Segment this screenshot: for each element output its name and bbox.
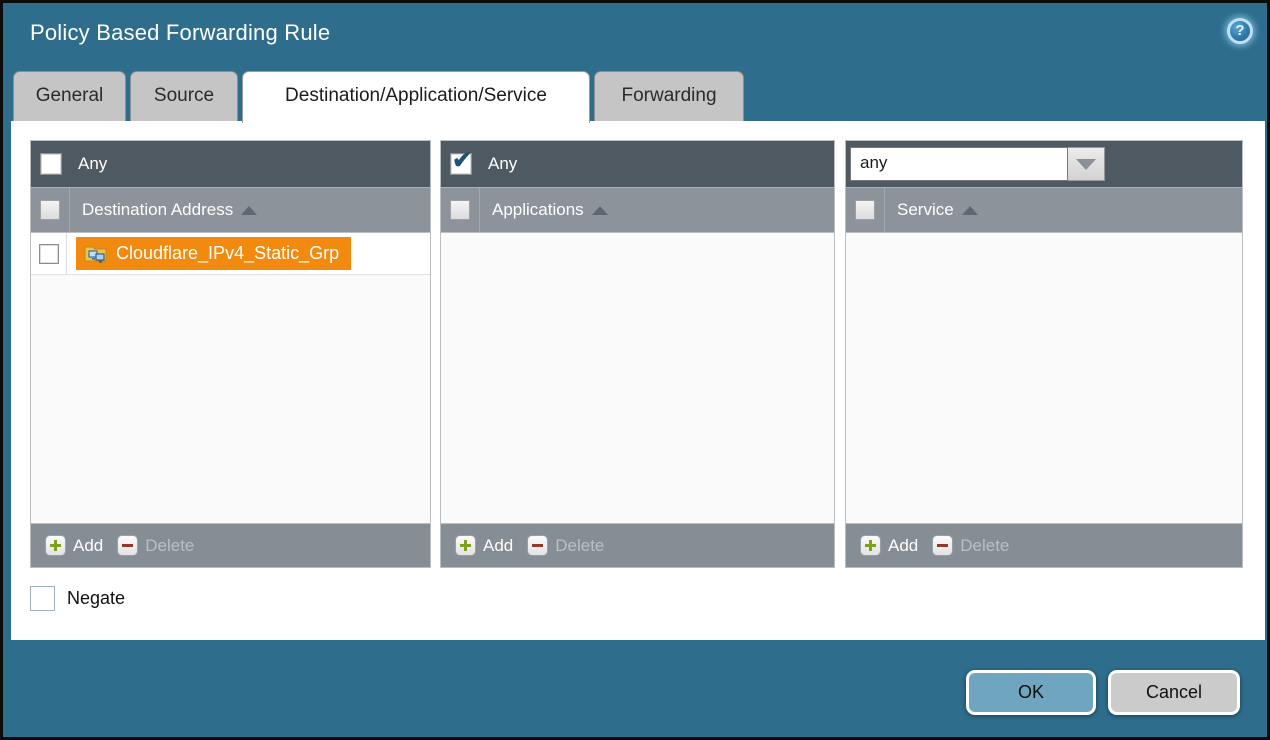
sort-asc-icon [241,206,257,215]
destination-address-panel: Any Destination Address [30,140,431,568]
applications-panel: Any Applications Add Delete [440,140,835,568]
applications-any-checkbox[interactable] [450,153,472,175]
destination-any-bar: Any [31,141,430,187]
table-row: Cloudflare_IPv4_Static_Grp [31,233,430,275]
dialog-title: Policy Based Forwarding Rule [30,20,330,46]
negate-row: Negate [30,586,125,611]
negate-checkbox[interactable] [30,586,55,611]
help-icon[interactable]: ? [1227,18,1253,44]
destination-column-header[interactable]: Destination Address [31,187,430,232]
applications-any-bar: Any [441,141,834,187]
minus-icon [117,535,138,556]
divider [479,188,480,233]
service-delete-button[interactable]: Delete [932,535,1009,556]
applications-any-label: Any [488,154,517,174]
destination-add-button[interactable]: Add [45,535,103,556]
minus-icon [527,535,548,556]
sort-asc-icon [592,206,608,215]
destination-any-label: Any [78,154,107,174]
applications-footer-bar: Add Delete [441,524,834,567]
address-group-icon [84,244,108,263]
destination-delete-button[interactable]: Delete [117,535,194,556]
applications-add-button[interactable]: Add [455,535,513,556]
row-checkbox-cell [31,233,67,274]
tab-destination-application-service[interactable]: Destination/Application/Service [242,71,590,123]
divider [69,188,70,233]
delete-button-label: Delete [145,536,194,556]
plus-icon [45,535,66,556]
divider [884,188,885,233]
destination-list: Cloudflare_IPv4_Static_Grp [31,232,430,524]
destination-select-all-checkbox[interactable] [40,200,60,220]
service-select-all-checkbox[interactable] [855,200,875,220]
service-mode-dropdown[interactable]: any [850,147,1105,181]
negate-label: Negate [67,588,125,609]
dropdown-button[interactable] [1068,147,1105,181]
service-mode-value[interactable]: any [850,147,1068,181]
delete-button-label: Delete [960,536,1009,556]
applications-select-all-checkbox[interactable] [450,200,470,220]
applications-delete-button[interactable]: Delete [527,535,604,556]
destination-header-label: Destination Address [82,200,233,220]
destination-footer-bar: Add Delete [31,524,430,567]
address-group-entry[interactable]: Cloudflare_IPv4_Static_Grp [76,237,351,270]
tab-content-panel: Any Destination Address [11,121,1265,640]
applications-list [441,232,834,524]
service-add-button[interactable]: Add [860,535,918,556]
add-button-label: Add [483,536,513,556]
plus-icon [860,535,881,556]
tab-general[interactable]: General [13,71,126,121]
applications-header-label: Applications [492,200,584,220]
plus-icon [455,535,476,556]
destination-any-checkbox[interactable] [40,153,62,175]
tab-source[interactable]: Source [130,71,238,121]
row-checkbox[interactable] [39,244,59,264]
ok-button[interactable]: OK [966,670,1096,715]
service-column-header[interactable]: Service [846,187,1242,232]
chevron-down-icon [1076,159,1096,170]
add-button-label: Add [888,536,918,556]
service-panel: any Service Add D [845,140,1243,568]
service-any-bar: any [846,141,1242,187]
service-header-label: Service [897,200,954,220]
add-button-label: Add [73,536,103,556]
address-group-name: Cloudflare_IPv4_Static_Grp [116,243,339,264]
cancel-button[interactable]: Cancel [1108,670,1240,715]
service-footer-bar: Add Delete [846,524,1242,567]
service-list [846,232,1242,524]
tab-forwarding[interactable]: Forwarding [594,71,744,121]
sort-asc-icon [962,206,978,215]
applications-column-header[interactable]: Applications [441,187,834,232]
delete-button-label: Delete [555,536,604,556]
policy-based-forwarding-dialog: Policy Based Forwarding Rule ? General S… [0,0,1270,740]
minus-icon [932,535,953,556]
